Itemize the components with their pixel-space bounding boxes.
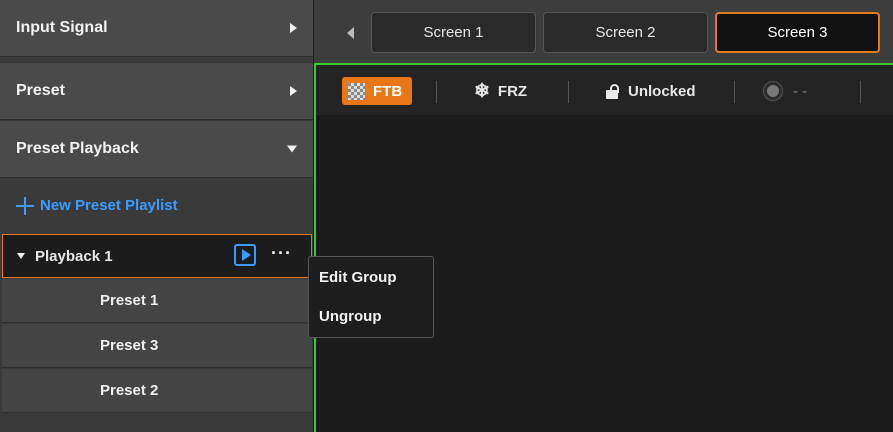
divider (734, 81, 735, 103)
tab-label: Screen 3 (767, 24, 828, 41)
plus-icon (16, 196, 34, 215)
brightness-icon (767, 85, 779, 97)
divider (568, 81, 569, 103)
frz-label: FRZ (497, 82, 528, 100)
snowflake-icon: ❄ (474, 80, 490, 102)
screen-toolbar: FTB ❄ FRZ Unlocked - - (316, 65, 893, 115)
sidebar-section-input-signal[interactable]: Input Signal (0, 0, 313, 57)
scroll-left-icon[interactable] (347, 27, 354, 39)
preset-list-item[interactable]: Preset 3 (2, 324, 312, 368)
play-icon[interactable] (234, 244, 256, 266)
lock-label: Unlocked (628, 82, 696, 100)
chevron-right-icon (290, 23, 297, 33)
preset-list-item[interactable]: Preset 2 (2, 369, 312, 413)
preset-label: Preset 1 (100, 292, 159, 309)
tab-label: Screen 2 (595, 24, 656, 41)
ftb-button[interactable]: FTB (342, 77, 412, 105)
preset-list-item[interactable]: Preset 1 (2, 279, 312, 323)
context-menu: Edit Group Ungroup (308, 256, 434, 338)
menu-item-ungroup[interactable]: Ungroup (319, 308, 381, 325)
section-label: Preset (16, 82, 65, 99)
freeze-button[interactable]: ❄ FRZ (474, 77, 527, 105)
screen-canvas[interactable]: FTB ❄ FRZ Unlocked - - (314, 63, 893, 432)
divider (860, 81, 861, 103)
new-preset-playlist-button[interactable]: New Preset Playlist (0, 178, 313, 233)
playback-label: Playback 1 (35, 247, 113, 265)
sidebar-section-preset-playback[interactable]: Preset Playback (0, 121, 313, 178)
preset-label: Preset 2 (100, 382, 159, 399)
brightness-control[interactable]: - - (767, 77, 807, 105)
new-playlist-label: New Preset Playlist (40, 197, 178, 214)
screen-tab-bar: Screen 1 Screen 2 Screen 3 (313, 0, 893, 63)
tab-screen-1[interactable]: Screen 1 (371, 12, 536, 53)
more-options-button[interactable]: ··· (271, 243, 292, 264)
tab-screen-3[interactable]: Screen 3 (715, 12, 880, 53)
section-label: Input Signal (16, 19, 108, 36)
tab-label: Screen 1 (423, 24, 484, 41)
caret-down-icon[interactable] (17, 253, 25, 259)
checkerboard-icon (348, 82, 365, 100)
preset-label: Preset 3 (100, 337, 159, 354)
playback-item[interactable]: Playback 1 ··· (2, 234, 312, 278)
sidebar-section-preset[interactable]: Preset (0, 63, 313, 120)
tab-screen-2[interactable]: Screen 2 (543, 12, 708, 53)
chevron-down-icon (287, 145, 297, 153)
divider (436, 81, 437, 103)
brightness-value: - - (793, 82, 808, 100)
chevron-right-icon (290, 86, 297, 96)
section-label: Preset Playback (16, 140, 139, 157)
sidebar: Input Signal Preset Preset Playback New … (0, 0, 313, 432)
ftb-label: FTB (373, 82, 403, 100)
unlock-icon (606, 84, 620, 99)
lock-button[interactable]: Unlocked (606, 77, 696, 105)
menu-item-edit-group[interactable]: Edit Group (319, 269, 397, 286)
